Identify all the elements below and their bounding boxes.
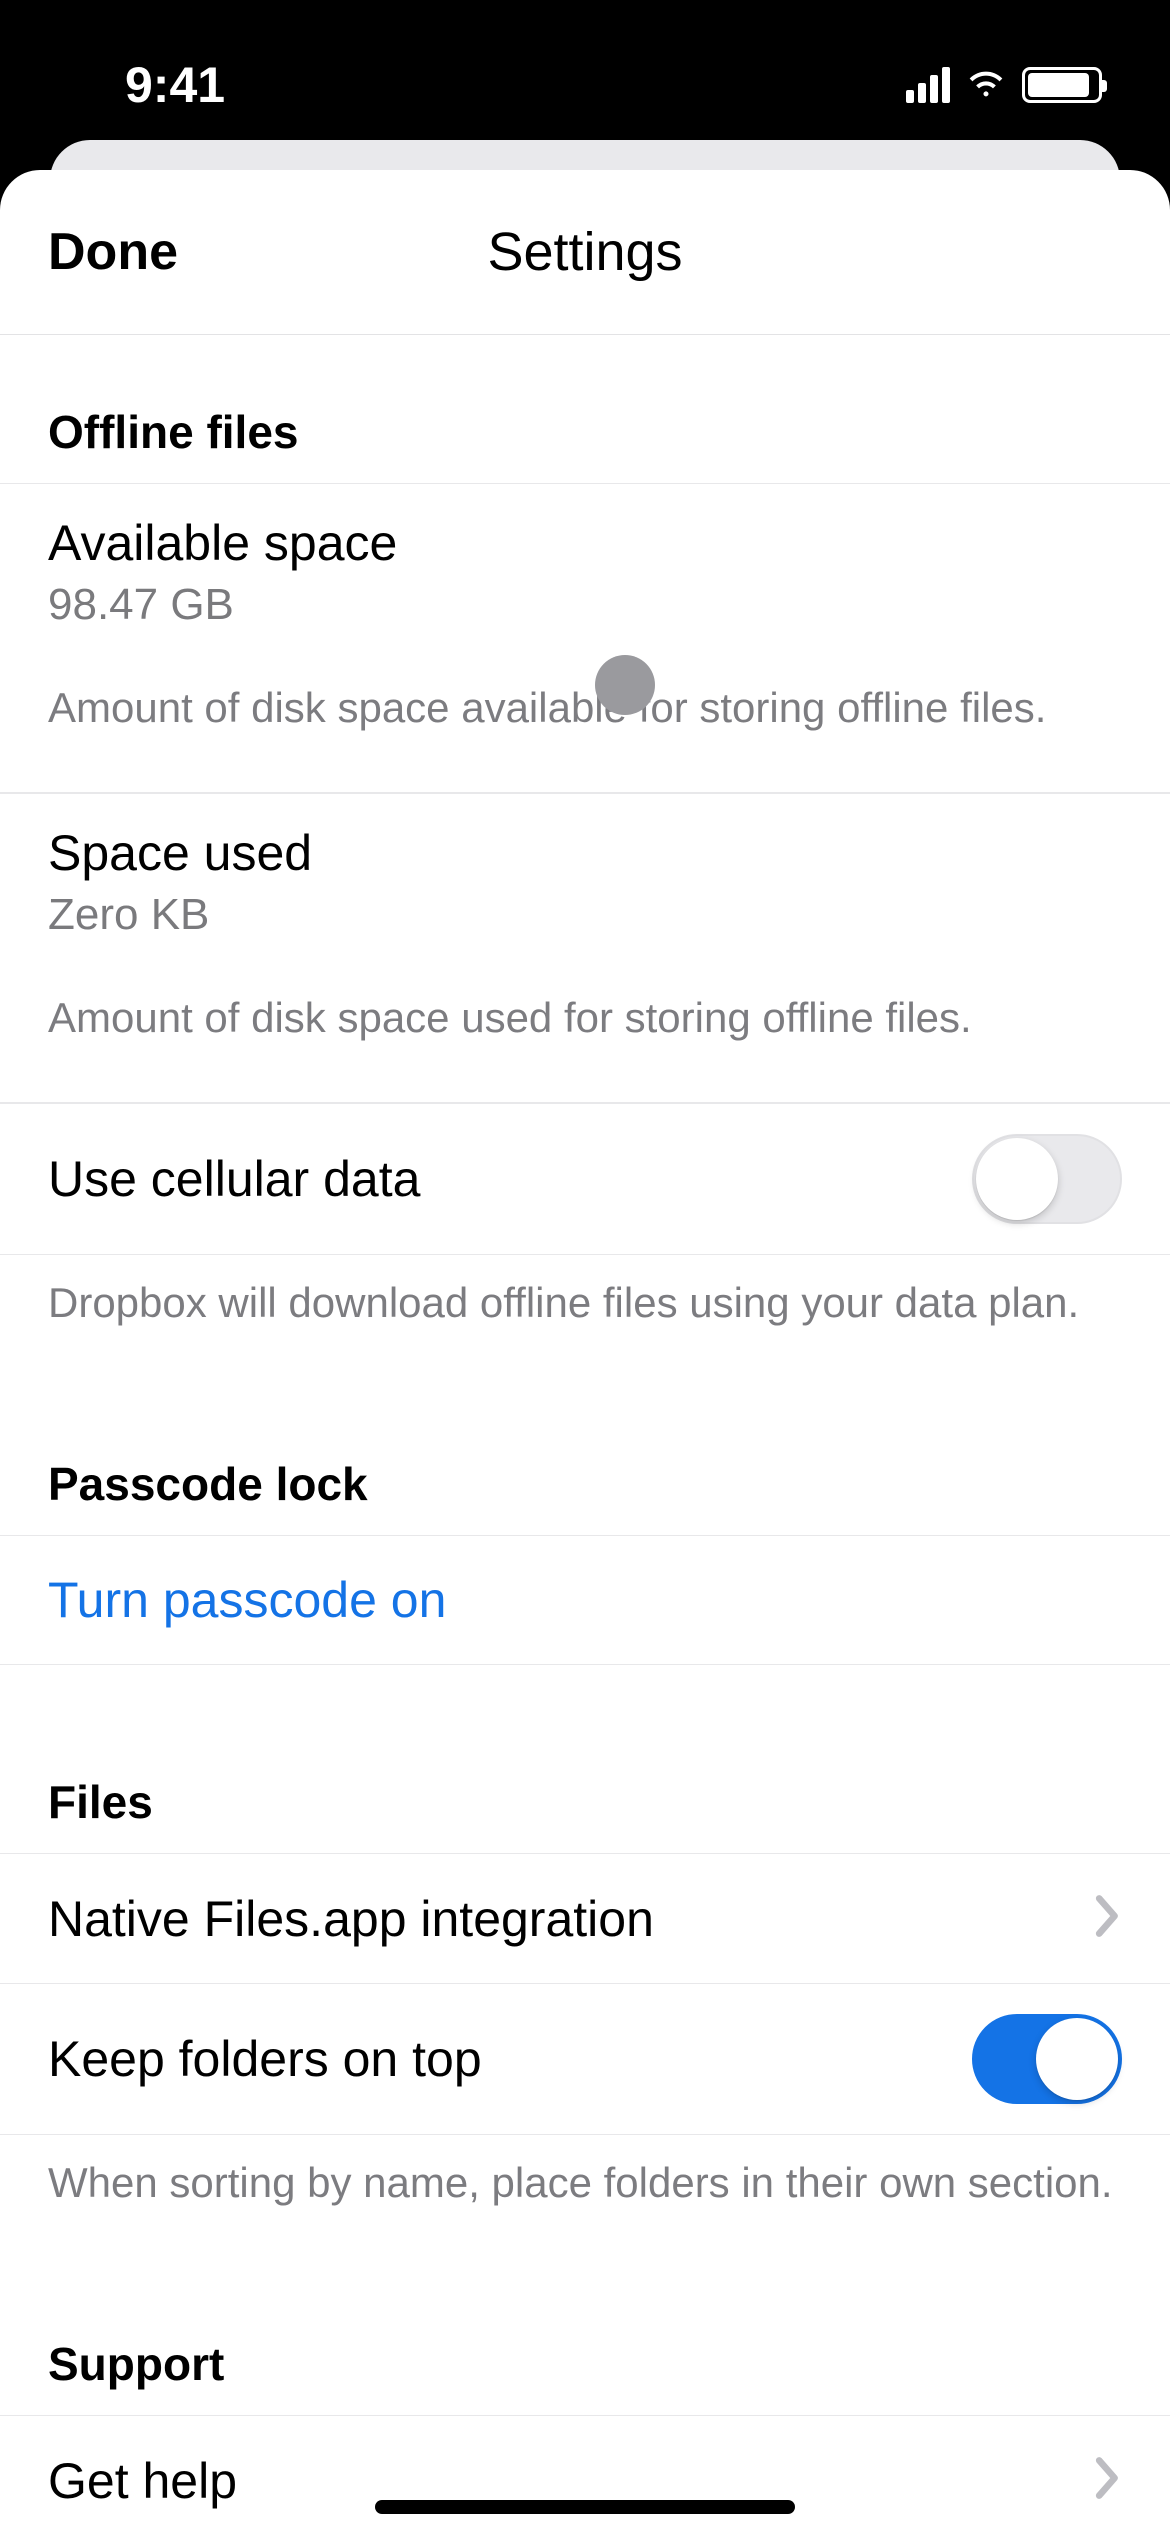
device-frame: 9:41 Done Settings Offline files Availab… bbox=[0, 0, 1170, 2532]
row-available-space: Available space 98.47 GB bbox=[0, 483, 1170, 660]
space-used-label: Space used bbox=[48, 824, 312, 882]
row-turn-passcode-on[interactable]: Turn passcode on bbox=[0, 1535, 1170, 1665]
use-cellular-note: Dropbox will download offline files usin… bbox=[0, 1255, 1170, 1387]
space-used-value: Zero KB bbox=[48, 890, 312, 940]
pointer-cursor-icon bbox=[595, 655, 655, 715]
row-keep-folders-on-top[interactable]: Keep folders on top bbox=[0, 1983, 1170, 2135]
use-cellular-label: Use cellular data bbox=[48, 1150, 420, 1208]
cellular-signal-icon bbox=[906, 67, 950, 103]
wifi-icon bbox=[966, 63, 1006, 108]
native-files-label: Native Files.app integration bbox=[48, 1890, 654, 1948]
turn-passcode-on-label: Turn passcode on bbox=[48, 1571, 446, 1629]
available-space-value: 98.47 GB bbox=[48, 580, 397, 630]
settings-sheet: Done Settings Offline files Available sp… bbox=[0, 170, 1170, 2532]
use-cellular-toggle[interactable] bbox=[972, 1134, 1122, 1224]
chevron-right-icon bbox=[1094, 1894, 1122, 1943]
status-icons bbox=[906, 63, 1102, 108]
row-get-help[interactable]: Get help bbox=[0, 2415, 1170, 2532]
chevron-right-icon bbox=[1094, 2456, 1122, 2505]
section-header-support: Support bbox=[0, 2267, 1170, 2415]
done-button[interactable]: Done bbox=[48, 222, 178, 282]
space-used-note: Amount of disk space used for storing of… bbox=[0, 970, 1170, 1103]
home-indicator[interactable] bbox=[375, 2500, 795, 2514]
page-title: Settings bbox=[487, 221, 682, 283]
settings-scroll[interactable]: Offline files Available space 98.47 GB A… bbox=[0, 335, 1170, 2532]
section-header-passcode: Passcode lock bbox=[0, 1387, 1170, 1535]
keep-folders-label: Keep folders on top bbox=[48, 2030, 482, 2088]
nav-bar: Done Settings bbox=[0, 170, 1170, 335]
section-header-offline: Offline files bbox=[0, 335, 1170, 483]
row-native-files-integration[interactable]: Native Files.app integration bbox=[0, 1853, 1170, 1983]
available-space-note: Amount of disk space available for stori… bbox=[0, 660, 1170, 793]
get-help-label: Get help bbox=[48, 2452, 237, 2510]
battery-icon bbox=[1022, 67, 1102, 103]
keep-folders-note: When sorting by name, place folders in t… bbox=[0, 2135, 1170, 2267]
row-space-used: Space used Zero KB bbox=[0, 793, 1170, 970]
row-use-cellular[interactable]: Use cellular data bbox=[0, 1103, 1170, 1255]
keep-folders-toggle[interactable] bbox=[972, 2014, 1122, 2104]
section-header-files: Files bbox=[0, 1665, 1170, 1853]
status-time: 9:41 bbox=[125, 56, 225, 114]
status-bar: 9:41 bbox=[0, 0, 1170, 140]
available-space-label: Available space bbox=[48, 514, 397, 572]
